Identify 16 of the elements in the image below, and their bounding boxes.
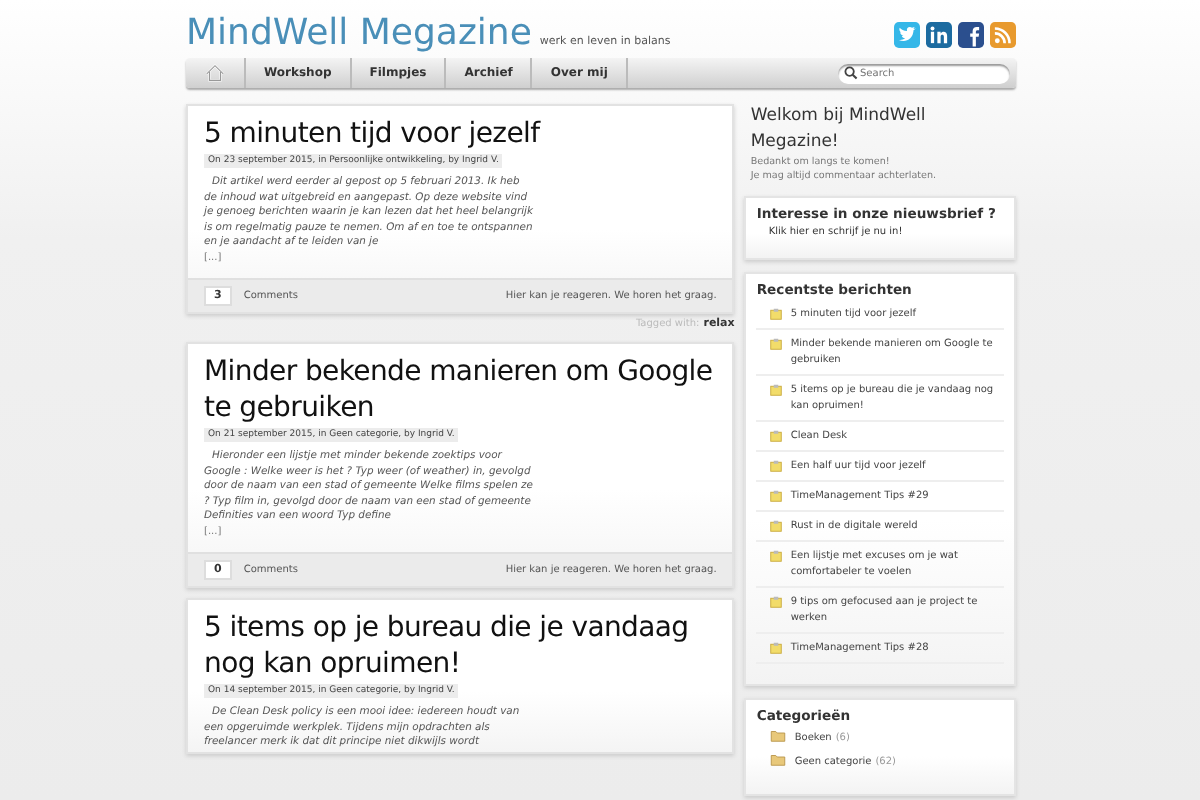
post-icon — [770, 338, 783, 350]
linkedin-icon[interactable] — [926, 21, 952, 47]
post-icon — [770, 460, 783, 472]
post-icon — [770, 384, 783, 396]
post-icon — [770, 308, 783, 320]
facebook-icon[interactable] — [958, 21, 984, 47]
post-title[interactable]: 5 minuten tijd voor jezelf — [188, 116, 733, 152]
post-title[interactable]: 5 items op je bureau die je vandaag nog kan opruimen! — [188, 609, 733, 682]
post-icon — [770, 490, 783, 502]
post-icon — [770, 430, 783, 442]
post-icon — [770, 596, 783, 608]
post-icon — [770, 642, 783, 654]
post-title[interactable]: Minder bekende manieren om Google te gebruiken — [188, 353, 733, 426]
post-icon — [770, 520, 783, 532]
post-icon — [770, 550, 783, 562]
welcome-title: Welkom bij MindWell Megazine! — [748, 104, 928, 156]
